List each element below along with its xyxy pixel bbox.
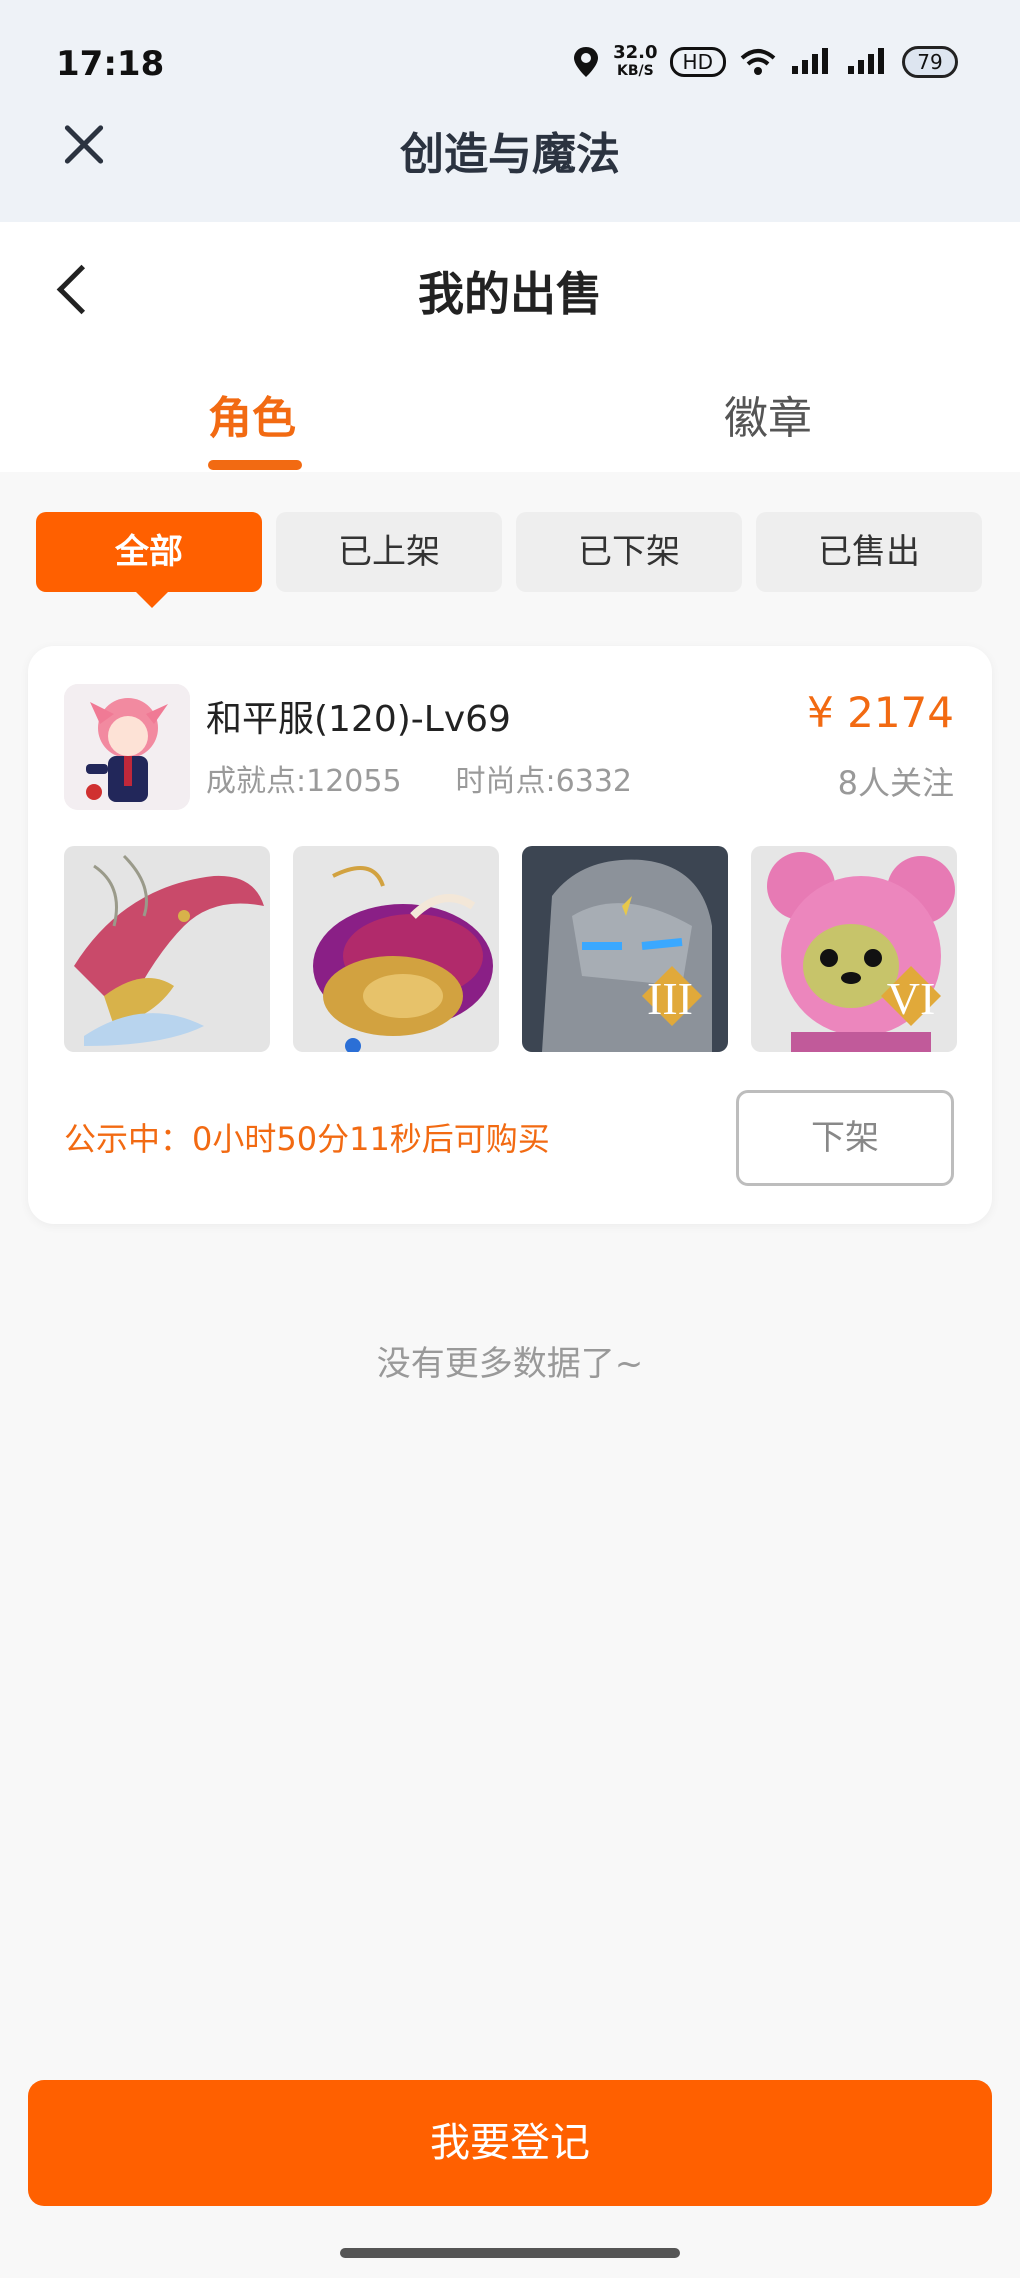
network-speed-value: 32.0: [613, 42, 658, 63]
wifi-icon: [740, 49, 776, 75]
filter-delisted[interactable]: 已下架: [516, 512, 742, 592]
page-header: 我的出售 角色 徽章: [0, 222, 1020, 472]
network-speed: 32.0 KB/S: [613, 44, 657, 80]
delist-button[interactable]: 下架: [736, 1090, 954, 1186]
tab-badge[interactable]: 徽章: [724, 382, 812, 446]
item-badge-3: III: [647, 973, 693, 1024]
status-bar: 17:18 32.0 KB/S HD 79: [0, 0, 1020, 120]
dragon-mount-icon[interactable]: [64, 846, 270, 1052]
whale-mount-icon[interactable]: [293, 846, 499, 1052]
register-button[interactable]: 我要登记: [28, 2080, 992, 2206]
battery-icon: 79: [902, 46, 958, 78]
hd-icon: HD: [669, 47, 726, 77]
signal-icon: [792, 48, 828, 74]
character-name: 和平服(120)-Lv69: [206, 699, 511, 740]
follower-count: 8人关注: [837, 764, 954, 802]
item-thumbnails: III VI: [64, 846, 957, 1054]
page-title: 我的出售: [418, 267, 602, 321]
status-icons: 32.0 KB/S HD 79: [571, 44, 958, 80]
signal-icon-2: [848, 48, 884, 74]
status-time: 17:18: [56, 44, 165, 84]
app-title: 创造与魔法: [400, 129, 620, 180]
network-speed-unit: KB/S: [616, 63, 654, 79]
listing-price: ¥ 2174: [807, 688, 954, 737]
stone-golem-icon[interactable]: III: [522, 846, 728, 1052]
character-avatar: [64, 684, 190, 810]
filter-all[interactable]: 全部: [36, 512, 262, 608]
listing-card[interactable]: 和平服(120)-Lv69 成就点:12055 时尚点:6332 ¥ 2174 8…: [28, 646, 992, 1224]
active-tab-indicator: [208, 460, 302, 470]
location-icon: [574, 47, 599, 77]
item-badge-4: VI: [887, 973, 936, 1024]
public-notice-countdown: 公示中：0小时50分11秒后可购买: [64, 1120, 550, 1158]
pink-bear-icon[interactable]: VI: [751, 846, 957, 1052]
tab-role[interactable]: 角色: [208, 382, 296, 446]
status-filter-bar: 全部 已上架 已下架 已售出: [36, 512, 984, 608]
no-more-data-text: 没有更多数据了~: [376, 1344, 644, 1384]
fashion-points: 时尚点:6332: [455, 764, 633, 799]
home-indicator[interactable]: [340, 2248, 680, 2258]
achievement-points: 成就点:12055: [206, 764, 402, 799]
character-stats: 成就点:12055 时尚点:6332: [206, 756, 632, 800]
filter-listed[interactable]: 已上架: [276, 512, 502, 592]
filter-sold[interactable]: 已售出: [756, 512, 982, 592]
